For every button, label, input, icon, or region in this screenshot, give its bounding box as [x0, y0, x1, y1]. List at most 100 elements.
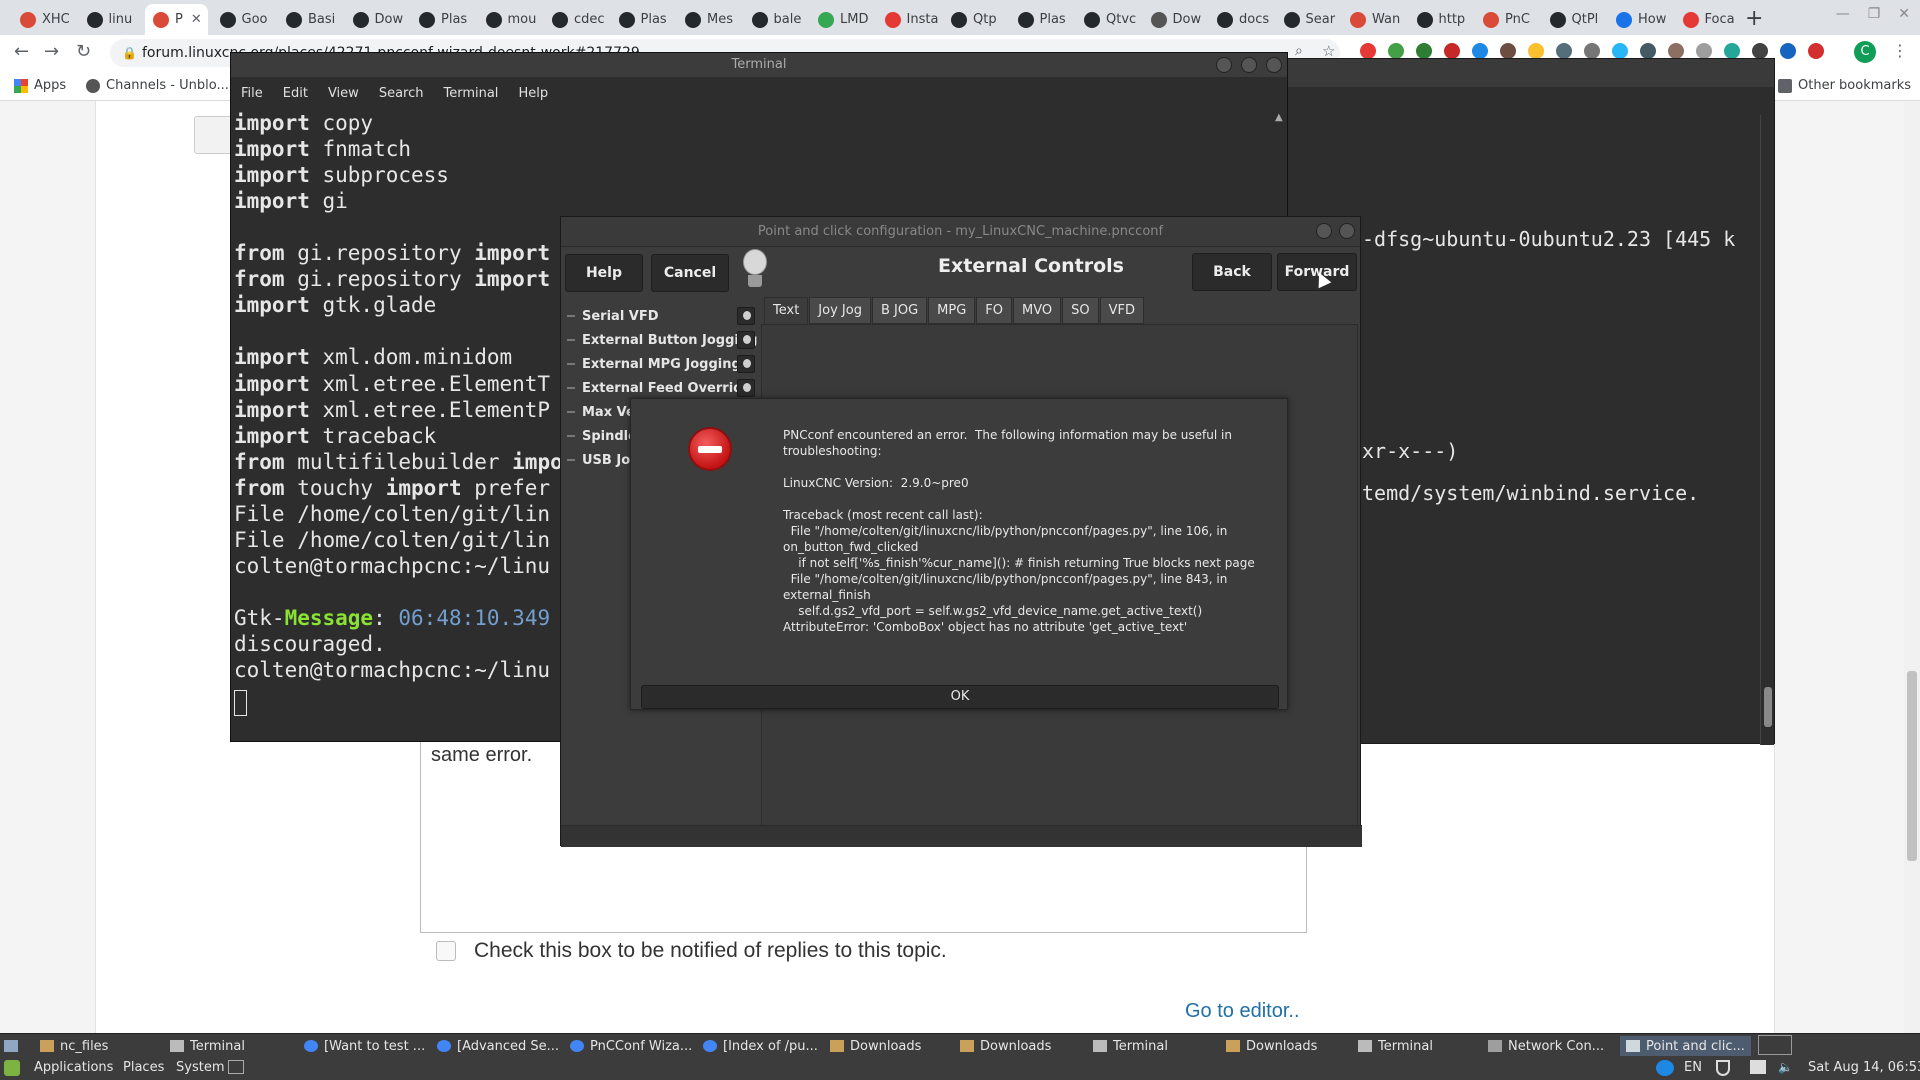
- terminal-menu-item[interactable]: Search: [379, 86, 424, 101]
- bookmark-channels[interactable]: Channels - Unblo...: [86, 78, 229, 93]
- taskbar-window-button[interactable]: Point and clic...: [1620, 1036, 1751, 1056]
- browser-tab[interactable]: Wan: [1342, 4, 1405, 35]
- browser-tab[interactable]: Basi: [278, 4, 341, 35]
- extension-icon[interactable]: [1472, 43, 1488, 59]
- terminal-menu-item[interactable]: View: [328, 86, 359, 101]
- extension-icon[interactable]: [1500, 43, 1516, 59]
- browser-tab[interactable]: Plas: [411, 4, 474, 35]
- sidebar-item[interactable]: External MPG Jogging: [567, 353, 741, 375]
- volume-icon[interactable]: 🔈: [1778, 1060, 1793, 1074]
- browser-tab[interactable]: Dow: [345, 4, 408, 35]
- scrollbar-thumb[interactable]: [1764, 687, 1772, 727]
- minimize-icon[interactable]: [1216, 57, 1232, 73]
- extension-icon[interactable]: [1416, 43, 1432, 59]
- taskbar-window-button[interactable]: Terminal: [1093, 1036, 1168, 1056]
- extension-icon[interactable]: [1752, 43, 1768, 59]
- back-button[interactable]: Back: [1192, 253, 1272, 291]
- extension-icon[interactable]: [1360, 43, 1376, 59]
- places-menu[interactable]: Places: [123, 1060, 164, 1075]
- tab-fo[interactable]: FO: [976, 297, 1013, 324]
- help-button[interactable]: Help: [565, 254, 643, 292]
- editor-toolbar-button[interactable]: [194, 116, 234, 154]
- applications-menu-icon[interactable]: [4, 1060, 20, 1076]
- applications-menu[interactable]: Applications: [34, 1060, 113, 1075]
- menu-kebab-icon[interactable]: ⋮: [1892, 41, 1908, 60]
- browser-tab[interactable]: Qtp: [943, 4, 1006, 35]
- extension-icon[interactable]: [1612, 43, 1628, 59]
- browser-tab[interactable]: P ✕: [145, 4, 208, 35]
- shield-icon[interactable]: [1716, 1060, 1730, 1076]
- zoom-icon[interactable]: ⌕: [1295, 43, 1303, 59]
- browser-tab[interactable]: mou: [478, 4, 541, 35]
- extension-icon[interactable]: [1388, 43, 1404, 59]
- browser-tab[interactable]: cdec: [544, 4, 607, 35]
- workspace-switcher[interactable]: [1758, 1035, 1792, 1055]
- sidebar-item[interactable]: Serial VFD: [567, 305, 659, 327]
- browser-tab[interactable]: PnC: [1475, 4, 1538, 35]
- terminal-menu-item[interactable]: Help: [518, 86, 548, 101]
- close-tab-icon[interactable]: ✕: [191, 12, 202, 27]
- sidebar-lightbulb-icon[interactable]: [737, 379, 755, 397]
- close-icon[interactable]: ✕: [1898, 6, 1910, 22]
- tab-joy-jog[interactable]: Joy Jog: [809, 297, 871, 324]
- cancel-button[interactable]: Cancel: [651, 254, 729, 292]
- terminal-menu-item[interactable]: File: [241, 86, 263, 101]
- browser-tab[interactable]: LMD: [810, 4, 873, 35]
- back-arrow-icon[interactable]: ←: [14, 41, 29, 62]
- taskbar-window-button[interactable]: Network Con...: [1488, 1036, 1604, 1056]
- browser-tab[interactable]: Foca: [1675, 4, 1738, 35]
- extension-icon[interactable]: [1584, 43, 1600, 59]
- taskbar-window-button[interactable]: Downloads: [830, 1036, 921, 1056]
- maximize-icon[interactable]: [1241, 57, 1257, 73]
- taskbar-window-button[interactable]: [Advanced Se...: [437, 1036, 559, 1056]
- taskbar-window-button[interactable]: Terminal: [170, 1036, 245, 1056]
- taskbar-window-button[interactable]: Terminal: [1358, 1036, 1433, 1056]
- profile-avatar[interactable]: C: [1854, 41, 1876, 63]
- sidebar-lightbulb-icon[interactable]: [737, 307, 755, 325]
- browser-tab[interactable]: Qtvc: [1076, 4, 1139, 35]
- forward-arrow-icon[interactable]: →: [44, 41, 59, 62]
- bookmark-apps[interactable]: Apps: [14, 78, 66, 93]
- browser-tab[interactable]: Goo: [212, 4, 275, 35]
- tab-so[interactable]: SO: [1062, 297, 1099, 324]
- close-icon[interactable]: [1339, 223, 1355, 239]
- taskbar-window-button[interactable]: Downloads: [1226, 1036, 1317, 1056]
- page-scrollbar-thumb[interactable]: [1907, 671, 1917, 861]
- system-menu[interactable]: System: [176, 1060, 224, 1075]
- browser-tab[interactable]: Plas: [1010, 4, 1073, 35]
- extension-icon[interactable]: [1528, 43, 1544, 59]
- browser-tab[interactable]: http: [1409, 4, 1472, 35]
- browser-tab[interactable]: bale: [744, 4, 807, 35]
- scroll-up-arrow-icon[interactable]: ▲: [1275, 112, 1283, 123]
- taskbar-window-button[interactable]: PnCConf Wiza...: [570, 1036, 692, 1056]
- minimize-icon[interactable]: [1316, 223, 1332, 239]
- browser-tab[interactable]: Mes: [677, 4, 740, 35]
- chat-icon[interactable]: [1750, 1060, 1766, 1074]
- sidebar-item[interactable]: External Button Jogging: [567, 329, 757, 351]
- restore-icon[interactable]: ❐: [1868, 6, 1881, 22]
- taskbar-window-button[interactable]: [Want to test ...: [304, 1036, 425, 1056]
- browser-tab[interactable]: Sear: [1276, 4, 1339, 35]
- clock[interactable]: Sat Aug 14, 06:53: [1808, 1060, 1920, 1075]
- terminal-launcher-icon[interactable]: [228, 1060, 244, 1074]
- bookmark-other[interactable]: Other bookmarks: [1778, 78, 1911, 93]
- sidebar-lightbulb-icon[interactable]: [737, 355, 755, 373]
- tab-mvo[interactable]: MVO: [1013, 297, 1062, 324]
- go-to-editor-link[interactable]: Go to editor..: [1185, 1000, 1300, 1023]
- reload-icon[interactable]: ↻: [76, 41, 91, 62]
- extension-icon[interactable]: [1780, 43, 1796, 59]
- tab-text[interactable]: Text: [764, 297, 809, 324]
- notify-checkbox[interactable]: [436, 941, 456, 961]
- page-scrollbar[interactable]: [1904, 101, 1920, 1033]
- keyboard-layout[interactable]: EN: [1684, 1060, 1702, 1075]
- extension-icon[interactable]: [1556, 43, 1572, 59]
- taskbar-window-button[interactable]: [Index of /pu...: [703, 1036, 818, 1056]
- show-desktop-icon[interactable]: [4, 1036, 18, 1056]
- tab-mpg[interactable]: MPG: [928, 297, 976, 324]
- browser-tab[interactable]: XHC: [12, 4, 75, 35]
- browser-tab[interactable]: Plas: [611, 4, 674, 35]
- chrome-tray-icon[interactable]: [1656, 1060, 1674, 1076]
- browser-tab[interactable]: Dow: [1143, 4, 1206, 35]
- browser-tab[interactable]: linu: [79, 4, 142, 35]
- extension-icon[interactable]: [1444, 43, 1460, 59]
